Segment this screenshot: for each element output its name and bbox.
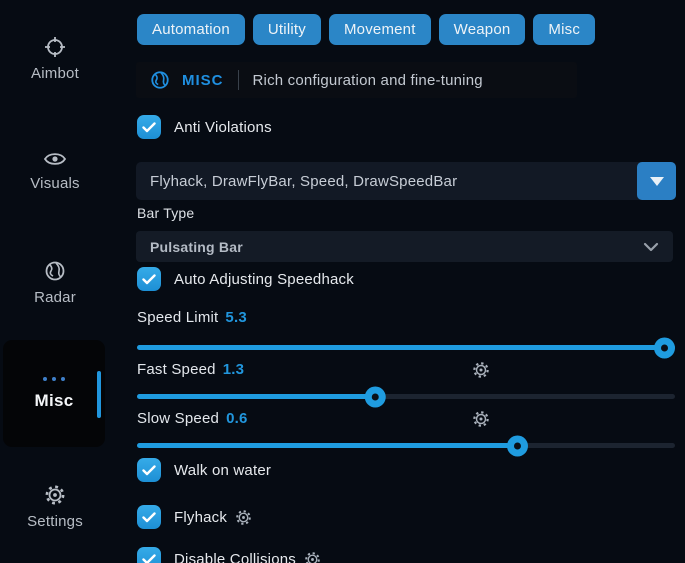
sidebar-item-misc-selected[interactable]: Misc (3, 340, 105, 447)
anti-violations-row: Anti Violations (137, 114, 272, 140)
section-header: MISC Rich configuration and fine-tuning (136, 62, 577, 98)
eye-icon (43, 150, 67, 168)
slow-speed-label: Slow Speed0.6 (137, 410, 248, 427)
anti-violations-label: Anti Violations (174, 119, 272, 136)
sidebar-item-aimbot[interactable]: Aimbot (0, 36, 110, 82)
gear-icon[interactable] (472, 410, 490, 428)
bar-flags-value: Flyhack, DrawFlyBar, Speed, DrawSpeedBar (136, 173, 637, 190)
sidebar-item-label: Misc (35, 391, 74, 411)
tab-movement[interactable]: Movement (329, 14, 431, 45)
fast-speed-slider[interactable] (137, 394, 675, 399)
globe-icon (44, 260, 66, 282)
auto-adjusting-speedhack-row: Auto Adjusting Speedhack (137, 266, 354, 292)
tab-misc[interactable]: Misc (533, 14, 595, 45)
bar-type-select[interactable]: Pulsating Bar (136, 231, 673, 262)
slider-handle[interactable] (507, 435, 528, 456)
anti-violations-checkbox[interactable] (137, 115, 161, 139)
auto-adjusting-speedhack-checkbox[interactable] (137, 267, 161, 291)
fast-speed-label: Fast Speed1.3 (137, 361, 244, 378)
slider-fill (137, 345, 675, 350)
section-subtitle: Rich configuration and fine-tuning (253, 72, 483, 89)
gear-icon[interactable] (235, 509, 252, 526)
slow-speed-value: 0.6 (226, 410, 247, 427)
check-icon (142, 512, 156, 523)
bar-type-label: Bar Type (137, 205, 194, 221)
check-icon (142, 122, 156, 133)
sidebar-item-label: Aimbot (31, 65, 79, 82)
check-icon (142, 554, 156, 563)
sidebar-item-label: Radar (34, 289, 76, 306)
walk-on-water-label: Walk on water (174, 462, 271, 479)
chevron-down-icon (643, 242, 659, 252)
sidebar-item-settings[interactable]: Settings (0, 484, 110, 530)
disable-collisions-row: Disable Collisions (137, 546, 321, 563)
bar-flags-input[interactable]: Flyhack, DrawFlyBar, Speed, DrawSpeedBar (136, 162, 676, 200)
slow-speed-slider[interactable] (137, 443, 675, 448)
check-icon (142, 274, 156, 285)
gear-icon (44, 484, 66, 506)
walk-on-water-row: Walk on water (137, 457, 271, 483)
main-content: Automation Utility Movement Weapon Misc … (136, 0, 676, 563)
flyhack-row: Flyhack (137, 504, 252, 530)
disable-collisions-checkbox[interactable] (137, 547, 161, 563)
bar-flags-dropdown-button[interactable] (637, 162, 676, 200)
crosshair-icon (44, 36, 66, 58)
tab-automation[interactable]: Automation (137, 14, 245, 45)
disable-collisions-label: Disable Collisions (174, 551, 296, 563)
flyhack-label: Flyhack (174, 509, 227, 526)
active-indicator-bar (97, 371, 101, 418)
bar-type-value: Pulsating Bar (150, 239, 243, 255)
sidebar-item-label: Visuals (30, 175, 79, 192)
ellipsis-icon (43, 377, 65, 381)
gear-icon[interactable] (472, 361, 490, 379)
sidebar-item-radar[interactable]: Radar (0, 260, 110, 306)
speed-limit-slider[interactable] (137, 345, 675, 350)
tab-bar: Automation Utility Movement Weapon Misc (137, 14, 595, 45)
slider-fill (137, 394, 374, 399)
tab-weapon[interactable]: Weapon (439, 14, 526, 45)
app-window: Aimbot Visuals Radar Misc (0, 0, 685, 563)
speed-limit-value: 5.3 (225, 309, 246, 326)
gear-icon[interactable] (304, 551, 321, 563)
slider-handle[interactable] (364, 386, 385, 407)
header-divider (238, 70, 239, 90)
section-title: MISC (182, 72, 224, 89)
slider-fill (137, 443, 522, 448)
flyhack-checkbox[interactable] (137, 505, 161, 529)
sidebar-item-visuals[interactable]: Visuals (0, 150, 110, 192)
check-icon (142, 465, 156, 476)
tab-utility[interactable]: Utility (253, 14, 321, 45)
walk-on-water-checkbox[interactable] (137, 458, 161, 482)
triangle-down-icon (650, 177, 664, 186)
sidebar: Aimbot Visuals Radar Misc (0, 0, 130, 563)
slider-handle[interactable] (654, 337, 675, 358)
fast-speed-value: 1.3 (223, 361, 244, 378)
auto-adjusting-speedhack-label: Auto Adjusting Speedhack (174, 271, 354, 288)
globe-icon (150, 70, 170, 90)
sidebar-item-label: Settings (27, 513, 83, 530)
speed-limit-label: Speed Limit5.3 (137, 309, 247, 326)
